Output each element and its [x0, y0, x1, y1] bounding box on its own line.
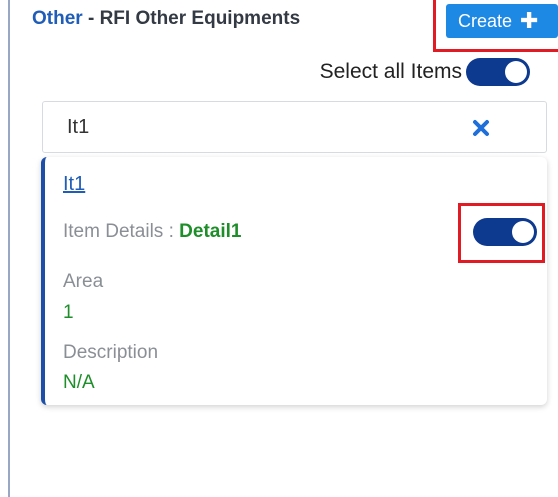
close-icon[interactable]: [463, 110, 499, 146]
area-label: Area: [63, 271, 104, 292]
search-field: [42, 101, 547, 153]
plus-icon: ✚: [520, 8, 539, 33]
title-separator: -: [82, 8, 100, 29]
select-all-toggle[interactable]: [466, 58, 530, 86]
toggle-knob: [505, 61, 527, 83]
create-button[interactable]: Create ✚: [446, 4, 558, 38]
item-title-link[interactable]: It1: [63, 173, 85, 196]
category-label: Other: [32, 8, 83, 29]
search-input[interactable]: [65, 114, 449, 140]
item-details: Item Details : Detail1: [63, 221, 241, 243]
page-title: Other - RFI Other Equipments: [32, 8, 300, 30]
left-divider: [8, 0, 10, 497]
select-all-label: Select all Items: [319, 60, 462, 83]
item-select-toggle[interactable]: [473, 218, 537, 246]
item-details-label: Item Details :: [63, 221, 180, 242]
item-card: It1 Item Details : Detail1 Area 1 Descri…: [41, 157, 547, 405]
create-button-label: Create: [458, 10, 513, 31]
toggle-knob: [512, 221, 534, 243]
description-label: Description: [63, 342, 159, 363]
item-details-value: Detail1: [179, 221, 242, 242]
select-all-control: Select all Items: [320, 58, 530, 86]
description-value: N/A: [63, 372, 95, 393]
title-text: RFI Other Equipments: [99, 8, 301, 29]
close-icon-glyph: [473, 120, 489, 136]
area-value: 1: [63, 302, 74, 323]
